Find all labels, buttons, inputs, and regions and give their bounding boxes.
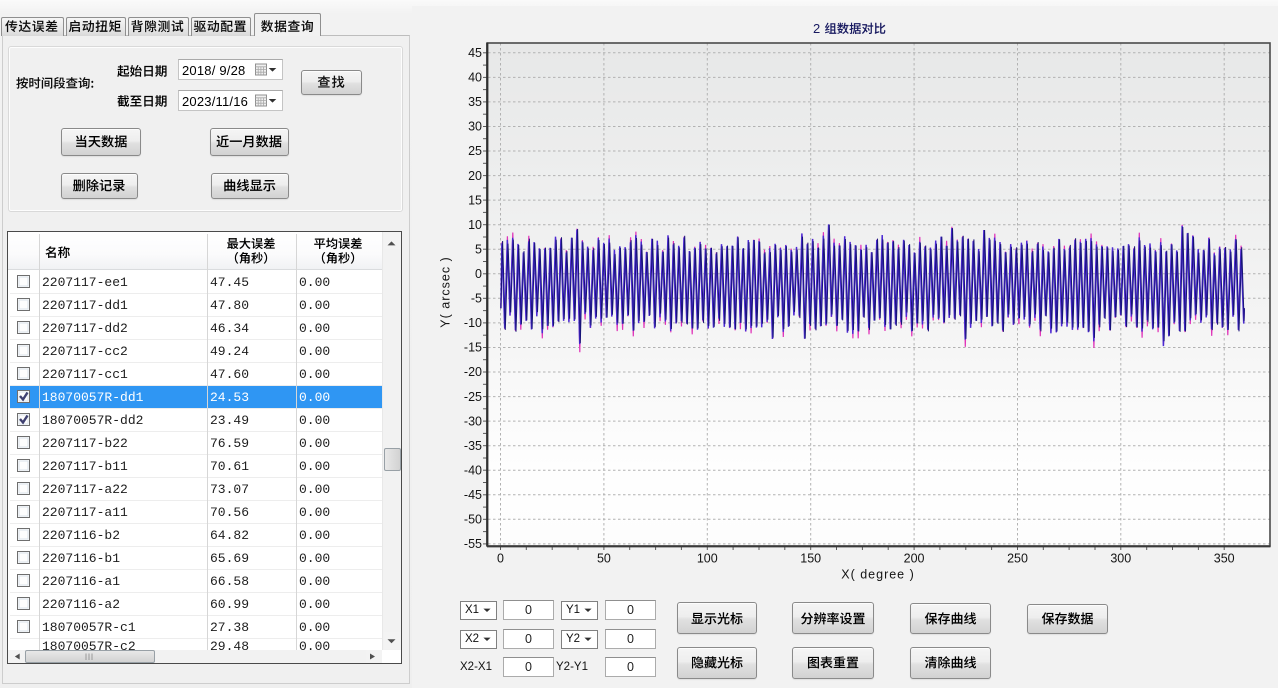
svg-text:2: 2 <box>813 21 820 36</box>
